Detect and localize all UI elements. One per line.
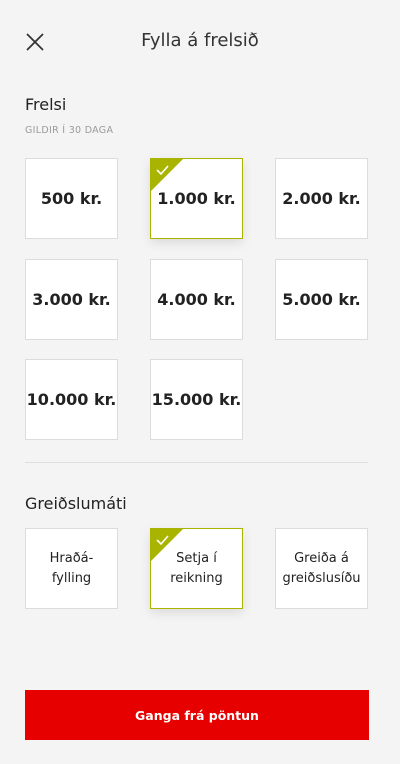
selected-check-icon [151, 159, 183, 191]
payment-tile-reikningur[interactable]: Setja í reikning [150, 528, 243, 609]
amount-label: 5.000 kr. [282, 290, 361, 309]
validity-label: GILDIR Í 30 DAGA [25, 125, 114, 136]
section-divider [25, 462, 368, 463]
frelsi-heading: Frelsi [25, 95, 67, 114]
amount-label: 2.000 kr. [282, 189, 361, 208]
payment-label: Greiða á greiðslusíðu [282, 550, 361, 586]
payment-heading: Greiðslumáti [25, 494, 127, 513]
amount-tile-4000[interactable]: 4.000 kr. [150, 259, 243, 340]
amount-tile-2000[interactable]: 2.000 kr. [275, 158, 368, 239]
amount-label: 4.000 kr. [157, 290, 236, 309]
amount-label: 10.000 kr. [26, 390, 117, 409]
page-title: Fylla á frelsið [141, 30, 259, 51]
payment-tile-greidslusida[interactable]: Greiða á greiðslusíðu [275, 528, 368, 609]
amount-tile-1000[interactable]: 1.000 kr. [150, 158, 243, 239]
amount-tile-10000[interactable]: 10.000 kr. [25, 359, 118, 440]
amount-tile-5000[interactable]: 5.000 kr. [275, 259, 368, 340]
payment-label: Hraðá-fylling [49, 550, 94, 586]
header: Fylla á frelsið [0, 0, 400, 84]
amount-label: 3.000 kr. [32, 290, 111, 309]
amount-tile-500[interactable]: 500 kr. [25, 158, 118, 239]
amount-label: 500 kr. [40, 189, 103, 208]
payment-tile-hradafylling[interactable]: Hraðá-fylling [25, 528, 118, 609]
amount-tile-3000[interactable]: 3.000 kr. [25, 259, 118, 340]
amount-tile-15000[interactable]: 15.000 kr. [150, 359, 243, 440]
amount-label: 1.000 kr. [157, 189, 236, 208]
selected-check-icon [151, 529, 183, 561]
submit-order-button[interactable]: Ganga frá pöntun [25, 690, 369, 740]
amount-label: 15.000 kr. [151, 390, 242, 409]
